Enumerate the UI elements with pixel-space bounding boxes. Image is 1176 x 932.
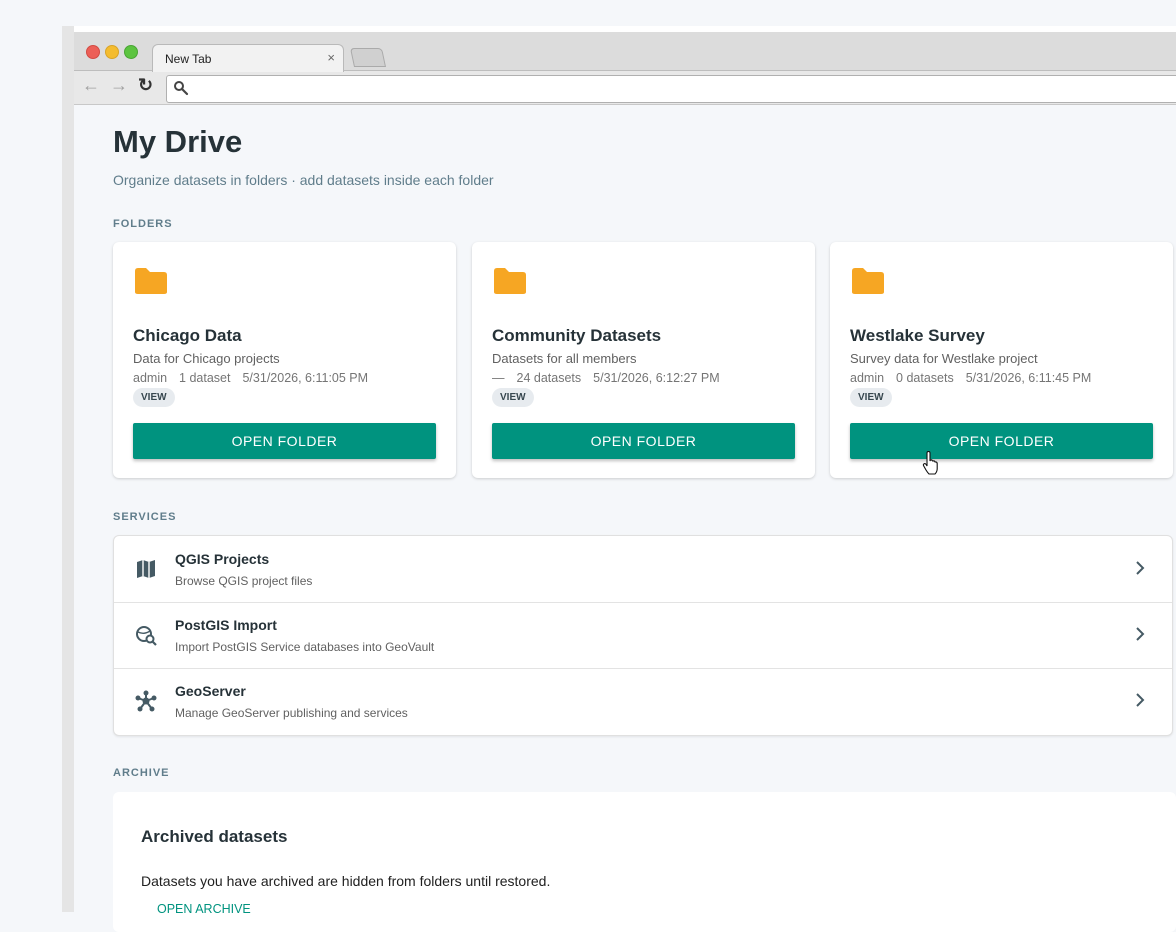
browser-chrome: New Tab × ← → ↻ bbox=[74, 32, 1176, 105]
service-title: GeoServer bbox=[175, 683, 246, 699]
minimize-window-button[interactable] bbox=[105, 45, 119, 59]
folder-icon bbox=[135, 268, 167, 294]
window-edge bbox=[62, 26, 74, 912]
open-folder-button[interactable]: OPEN FOLDER bbox=[850, 423, 1153, 459]
close-window-button[interactable] bbox=[86, 45, 100, 59]
folder-card[interactable]: Community Datasets Datasets for all memb… bbox=[472, 242, 815, 478]
open-archive-button[interactable]: OPEN ARCHIVE bbox=[157, 902, 251, 916]
folder-meta: admin 0 datasets 5/31/2026, 6:11:45 PM bbox=[850, 371, 1103, 385]
open-folder-button[interactable]: OPEN FOLDER bbox=[133, 423, 436, 459]
tab-close-icon[interactable]: × bbox=[327, 50, 335, 65]
new-tab-button[interactable] bbox=[349, 48, 387, 67]
service-subtitle: Browse QGIS project files bbox=[175, 574, 313, 588]
service-row-postgis[interactable]: PostGIS Import Import PostGIS Service da… bbox=[114, 602, 1172, 669]
folder-card[interactable]: Chicago Data Data for Chicago projects a… bbox=[113, 242, 456, 478]
view-permission-chip: VIEW bbox=[850, 388, 892, 407]
hand-cursor-icon bbox=[922, 451, 938, 475]
page-title: My Drive bbox=[113, 124, 243, 159]
chevron-right-icon bbox=[1136, 693, 1145, 707]
folder-dataset-count: 0 datasets bbox=[896, 371, 954, 385]
folders-section-label: FOLDERS bbox=[113, 218, 173, 230]
services-section-label: SERVICES bbox=[113, 511, 177, 523]
folder-date: 5/31/2026, 6:12:27 PM bbox=[593, 371, 720, 385]
folder-dataset-count: 24 datasets bbox=[516, 371, 582, 385]
service-title: QGIS Projects bbox=[175, 551, 270, 567]
address-bar[interactable] bbox=[166, 75, 1176, 103]
page-content: My Drive Organize datasets in folders · … bbox=[74, 105, 1176, 932]
archive-card: Archived datasets Datasets you have arch… bbox=[113, 792, 1176, 932]
folder-description: Data for Chicago projects bbox=[133, 351, 280, 366]
archive-title: Archived datasets bbox=[141, 827, 288, 846]
service-row-geoserver[interactable]: GeoServer Manage GeoServer publishing an… bbox=[114, 668, 1172, 734]
maximize-window-button[interactable] bbox=[124, 45, 138, 59]
folder-card[interactable]: Westlake Survey Survey data for Westlake… bbox=[830, 242, 1173, 478]
folder-owner: admin bbox=[850, 371, 885, 385]
back-arrow-icon[interactable]: ← bbox=[82, 76, 100, 94]
folder-name: Chicago Data bbox=[133, 326, 242, 345]
service-subtitle: Import PostGIS Service databases into Ge… bbox=[175, 640, 435, 654]
folder-name: Westlake Survey bbox=[850, 326, 985, 345]
folder-dataset-count: 1 dataset bbox=[179, 371, 231, 385]
hub-icon bbox=[135, 690, 157, 712]
browser-tab[interactable]: New Tab × bbox=[152, 44, 344, 72]
chevron-right-icon bbox=[1136, 561, 1145, 575]
folder-date: 5/31/2026, 6:11:05 PM bbox=[242, 371, 369, 385]
tab-strip: New Tab × bbox=[74, 32, 1176, 72]
folder-icon bbox=[494, 268, 526, 294]
reload-icon[interactable]: ↻ bbox=[138, 76, 153, 94]
folder-meta: — 24 datasets 5/31/2026, 6:12:27 PM bbox=[492, 371, 732, 385]
services-list: QGIS Projects Browse QGIS project files … bbox=[113, 535, 1173, 736]
search-icon bbox=[174, 81, 189, 96]
map-icon bbox=[137, 560, 155, 578]
folder-owner: — bbox=[492, 371, 505, 385]
archive-section-label: ARCHIVE bbox=[113, 767, 170, 779]
forward-arrow-icon[interactable]: → bbox=[110, 76, 128, 94]
folder-owner: admin bbox=[133, 371, 168, 385]
service-subtitle: Manage GeoServer publishing and services bbox=[175, 706, 408, 720]
globe-search-icon bbox=[136, 626, 157, 646]
service-row-qgis[interactable]: QGIS Projects Browse QGIS project files bbox=[114, 536, 1172, 603]
folder-meta: admin 1 dataset 5/31/2026, 6:11:05 PM bbox=[133, 371, 380, 385]
view-permission-chip: VIEW bbox=[492, 388, 534, 407]
desktop-background bbox=[0, 0, 62, 920]
chevron-right-icon bbox=[1136, 627, 1145, 641]
tab-title: New Tab bbox=[165, 52, 212, 66]
view-permission-chip: VIEW bbox=[133, 388, 175, 407]
archive-description: Datasets you have archived are hidden fr… bbox=[141, 873, 551, 889]
folder-name: Community Datasets bbox=[492, 326, 662, 345]
service-title: PostGIS Import bbox=[175, 617, 277, 633]
folder-icon bbox=[852, 268, 884, 294]
folder-description: Survey data for Westlake project bbox=[850, 351, 1038, 366]
folder-description: Datasets for all members bbox=[492, 351, 637, 366]
open-folder-button[interactable]: OPEN FOLDER bbox=[492, 423, 795, 459]
folder-date: 5/31/2026, 6:11:45 PM bbox=[965, 371, 1092, 385]
page-subtitle: Organize datasets in folders · add datas… bbox=[113, 172, 494, 188]
